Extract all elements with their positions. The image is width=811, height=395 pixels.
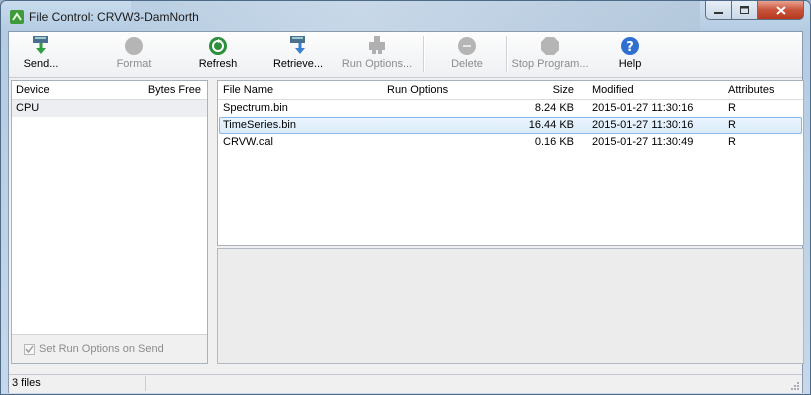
- stop-icon: [541, 37, 559, 55]
- file-size: 0.16 KB: [534, 136, 574, 148]
- file-name: Spectrum.bin: [223, 102, 288, 114]
- stop-program-button[interactable]: Stop Program...: [511, 34, 589, 74]
- device-list-header: Device Bytes Free: [12, 81, 207, 100]
- app-icon: [10, 10, 24, 24]
- status-bar: 3 files: [9, 374, 802, 393]
- run-options-button[interactable]: Run Options...: [341, 34, 413, 74]
- retrieve-icon: [290, 36, 305, 54]
- help-button[interactable]: ? Help: [618, 34, 642, 74]
- device-row-cpu[interactable]: CPU: [12, 100, 207, 117]
- delete-button[interactable]: Delete: [450, 34, 484, 74]
- run-options-label: Run Options...: [341, 58, 413, 70]
- modified-column-header[interactable]: Modified: [592, 84, 634, 96]
- status-file-count: 3 files: [10, 376, 146, 391]
- file-details-pane: [217, 248, 804, 364]
- device-list: Device Bytes Free CPU Set Run Options on…: [11, 80, 208, 364]
- maximize-button[interactable]: [732, 1, 758, 20]
- retrieve-label: Retrieve...: [272, 58, 324, 70]
- file-modified: 2015-01-27 11:30:16: [592, 119, 694, 131]
- help-label: Help: [618, 58, 642, 70]
- run-options-icon: [369, 36, 385, 54]
- device-name: CPU: [16, 102, 40, 114]
- format-icon: [125, 37, 143, 55]
- size-column-header[interactable]: Size: [553, 84, 574, 96]
- maximize-icon: [740, 6, 749, 14]
- toolbar: Send... Format Refresh Retrieve... Run O…: [9, 32, 802, 78]
- file-name-column-header[interactable]: File Name: [223, 84, 273, 96]
- minimize-button[interactable]: [705, 1, 732, 20]
- close-icon: [775, 5, 786, 15]
- file-attributes: R: [728, 136, 736, 148]
- toolbar-separator: [423, 36, 425, 72]
- title-bar-background: [131, 1, 700, 31]
- file-modified: 2015-01-27 11:30:16: [592, 102, 694, 114]
- file-row[interactable]: Spectrum.bin 8.24 KB 2015-01-27 11:30:16…: [219, 100, 802, 117]
- file-list-header: File Name Run Options Size Modified Attr…: [218, 81, 803, 100]
- minimize-icon: [714, 11, 723, 14]
- stop-program-label: Stop Program...: [511, 58, 589, 70]
- window-title: File Control: CRVW3-DamNorth: [29, 10, 199, 24]
- file-size: 8.24 KB: [534, 102, 574, 114]
- file-name: CRVW.cal: [223, 136, 273, 148]
- file-row-selected[interactable]: TimeSeries.bin 16.44 KB 2015-01-27 11:30…: [219, 117, 802, 134]
- format-button[interactable]: Format: [117, 34, 151, 74]
- send-label: Send...: [23, 58, 59, 70]
- retrieve-button[interactable]: Retrieve...: [273, 34, 323, 74]
- bytes-free-column-header[interactable]: Bytes Free: [148, 84, 201, 96]
- file-name: TimeSeries.bin: [223, 119, 296, 131]
- svg-text:?: ?: [626, 40, 634, 55]
- device-pane-footer: Set Run Options on Send: [12, 334, 207, 363]
- close-button[interactable]: [758, 1, 804, 20]
- refresh-label: Refresh: [198, 58, 238, 70]
- set-run-options-label: Set Run Options on Send: [39, 343, 164, 355]
- resize-grip-icon[interactable]: [790, 381, 800, 391]
- client-area: Send... Format Refresh Retrieve... Run O…: [8, 31, 804, 393]
- device-column-header[interactable]: Device: [16, 84, 50, 96]
- set-run-options-checkbox[interactable]: Set Run Options on Send: [24, 343, 164, 355]
- file-control-window: File Control: CRVW3-DamNorth Send... For…: [0, 0, 811, 395]
- refresh-icon: [209, 37, 227, 55]
- file-modified: 2015-01-27 11:30:49: [592, 136, 694, 148]
- toolbar-separator: [506, 36, 508, 72]
- help-icon: ?: [621, 37, 639, 55]
- refresh-button[interactable]: Refresh: [198, 34, 238, 74]
- attributes-column-header[interactable]: Attributes: [728, 84, 774, 96]
- checkbox-box: [24, 343, 35, 355]
- file-list: File Name Run Options Size Modified Attr…: [217, 80, 804, 246]
- checkmark-icon: [25, 345, 34, 353]
- window-controls: [705, 1, 804, 21]
- title-bar[interactable]: File Control: CRVW3-DamNorth: [1, 1, 810, 31]
- file-row[interactable]: CRVW.cal 0.16 KB 2015-01-27 11:30:49 R: [219, 134, 802, 151]
- file-size: 16.44 KB: [528, 119, 574, 131]
- send-button[interactable]: Send...: [22, 34, 60, 74]
- file-attributes: R: [728, 119, 736, 131]
- pane-splitter[interactable]: [209, 80, 216, 364]
- send-icon: [33, 36, 48, 54]
- format-label: Format: [116, 58, 152, 70]
- file-attributes: R: [728, 102, 736, 114]
- run-options-column-header[interactable]: Run Options: [387, 84, 448, 96]
- delete-label: Delete: [451, 58, 483, 70]
- delete-icon: [458, 37, 476, 55]
